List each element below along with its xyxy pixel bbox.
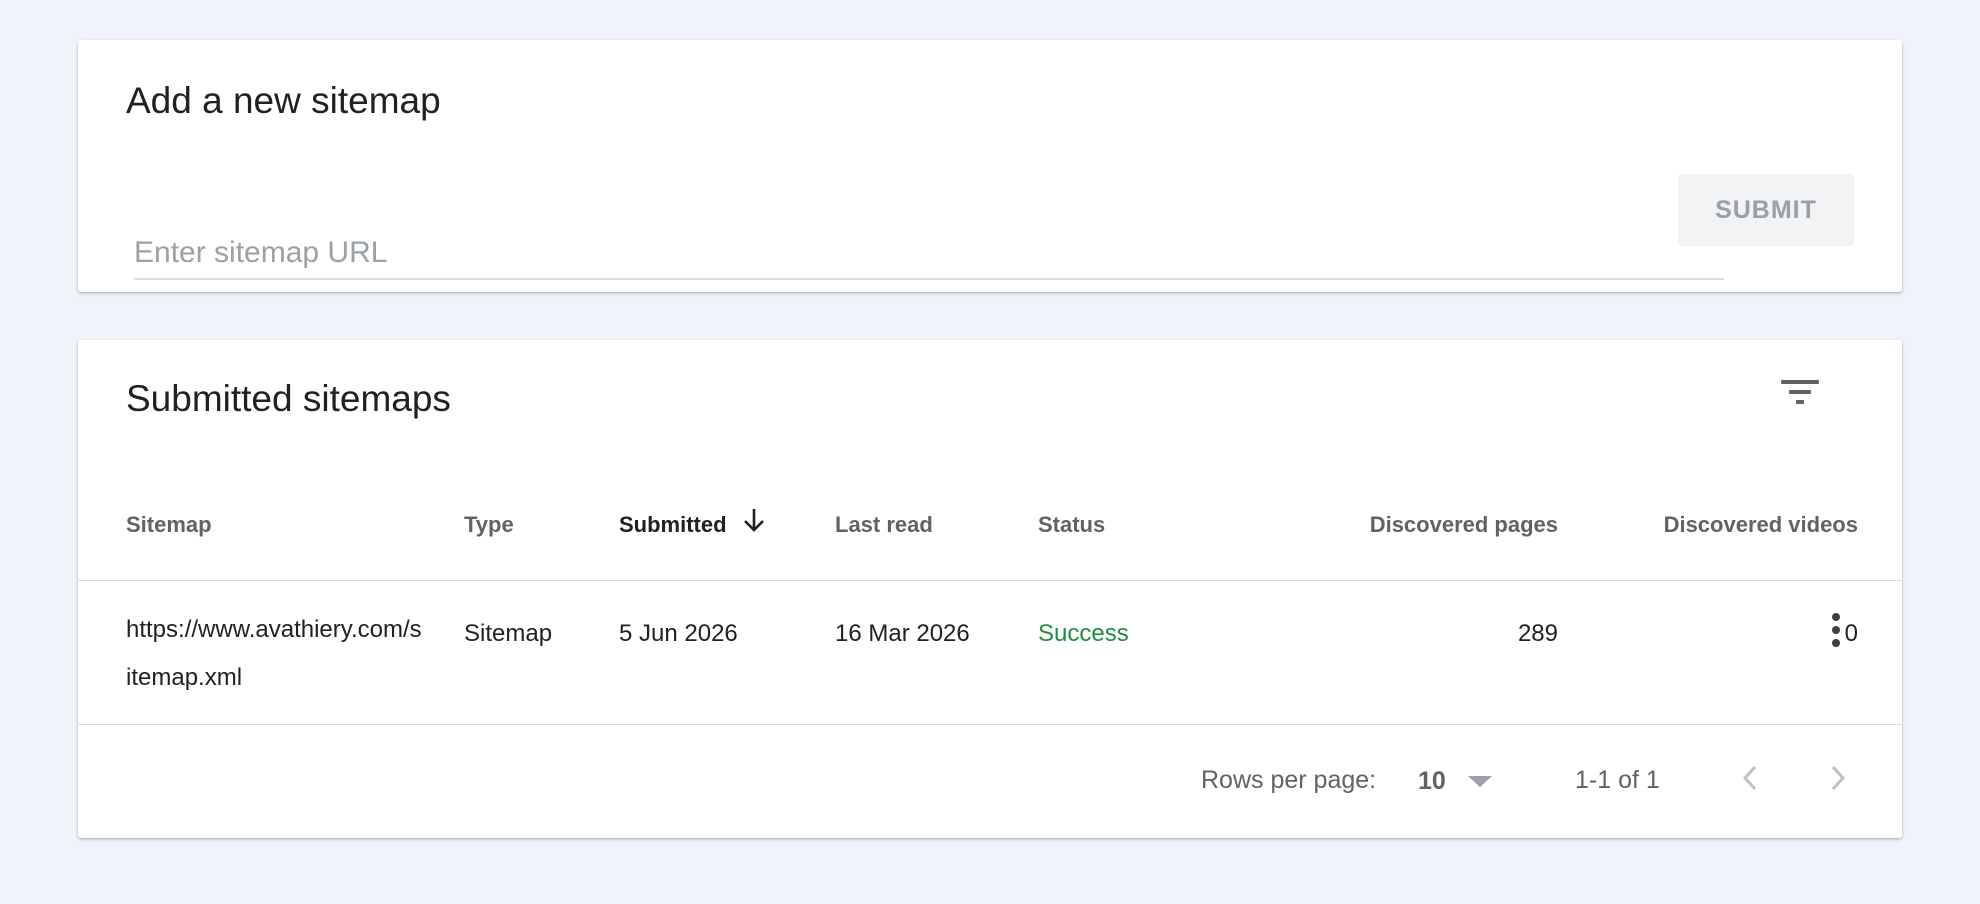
row-more-button[interactable] xyxy=(1808,602,1864,658)
add-sitemap-card: Add a new sitemap SUBMIT xyxy=(78,40,1902,292)
type-cell: Sitemap xyxy=(464,620,553,647)
status-cell: Success xyxy=(1038,620,1129,647)
discovered-videos-cell: 0 xyxy=(1844,620,1858,647)
submitted-date-cell: 5 Jun 2026 xyxy=(619,620,738,647)
header-divider xyxy=(78,580,1902,581)
row-divider xyxy=(78,724,1902,725)
more-vert-icon xyxy=(1832,613,1840,647)
sitemap-url-input[interactable] xyxy=(134,210,1724,278)
arrow-down-icon[interactable] xyxy=(742,506,766,534)
submitted-sitemaps-card: Submitted sitemaps Sitemap Type Submitte… xyxy=(78,340,1902,838)
pagination-range: 1-1 of 1 xyxy=(1575,766,1660,794)
column-header-discovered-videos[interactable]: Discovered videos xyxy=(1478,512,1858,538)
filter-icon xyxy=(1781,380,1819,404)
previous-page-button[interactable] xyxy=(1724,752,1776,804)
last-read-cell: 16 Mar 2026 xyxy=(835,620,970,647)
add-sitemap-title: Add a new sitemap xyxy=(126,80,441,121)
next-page-button[interactable] xyxy=(1812,752,1864,804)
sitemap-url-cell[interactable]: https://www.avathiery.com/sitemap.xml xyxy=(126,606,426,702)
sitemap-url-field[interactable] xyxy=(134,210,1724,280)
rows-per-page-value: 10 xyxy=(1418,766,1446,795)
column-header-type[interactable]: Type xyxy=(464,512,514,538)
rows-per-page-label: Rows per page: xyxy=(1201,766,1377,794)
caret-down-icon xyxy=(1467,776,1492,787)
column-header-submitted[interactable]: Submitted xyxy=(619,512,727,538)
chevron-left-icon xyxy=(1742,765,1757,791)
column-header-sitemap[interactable]: Sitemap xyxy=(126,512,212,538)
chevron-right-icon xyxy=(1831,765,1846,791)
filter-button[interactable] xyxy=(1768,360,1832,424)
submit-button[interactable]: SUBMIT xyxy=(1678,174,1854,246)
submitted-sitemaps-title: Submitted sitemaps xyxy=(126,378,451,419)
column-header-last-read[interactable]: Last read xyxy=(835,512,933,538)
rows-per-page-select[interactable]: 10 xyxy=(1418,756,1492,806)
column-header-status[interactable]: Status xyxy=(1038,512,1105,538)
